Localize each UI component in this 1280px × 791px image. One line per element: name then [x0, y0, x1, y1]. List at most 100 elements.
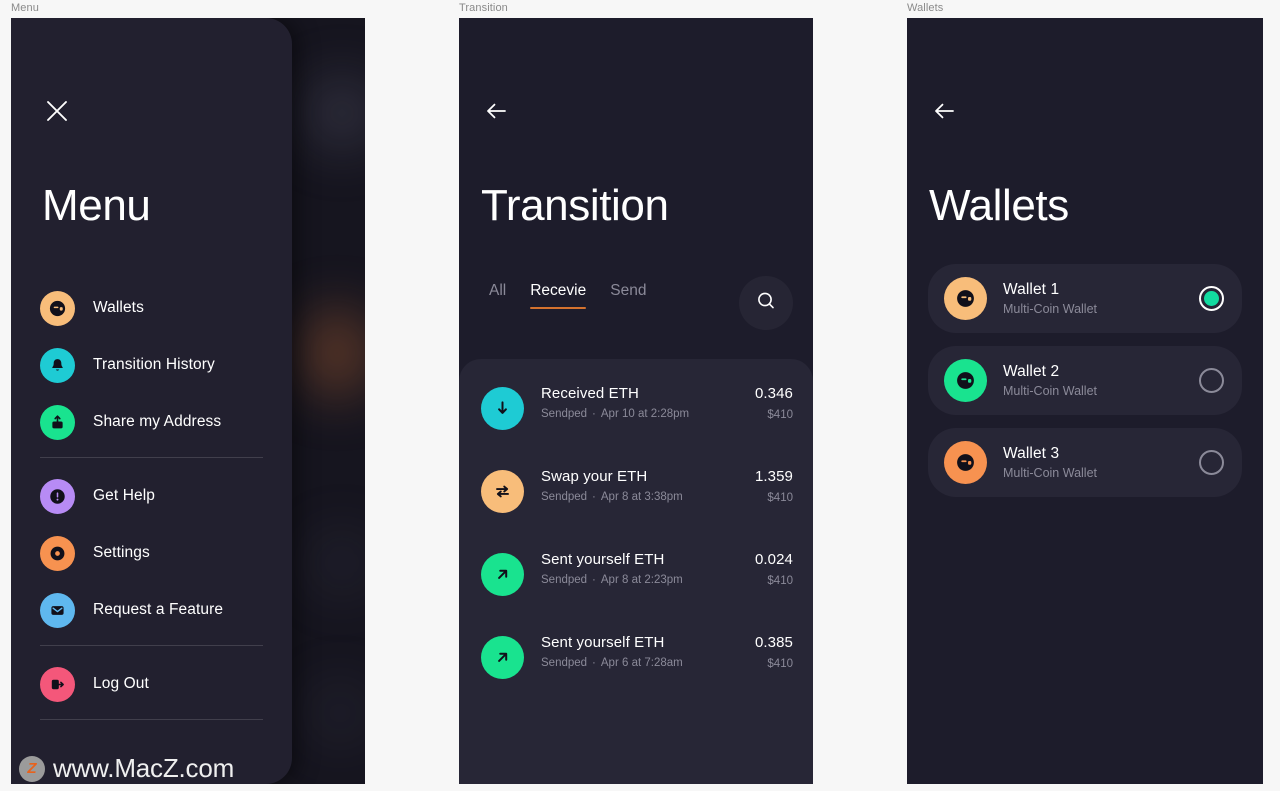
wallet-radio[interactable] — [1199, 368, 1224, 393]
share-upload-icon — [40, 404, 75, 440]
menu-list: Wallets Transition History Share my Addr… — [11, 286, 292, 736]
sidebar-item-label: Get Help — [93, 487, 155, 504]
separator-dot: · — [592, 657, 596, 669]
backdrop-glow — [301, 308, 365, 398]
screenshot-canvas: Menu Transition Wallets Menu Wallets Tra… — [0, 0, 1280, 791]
backdrop-glow — [307, 528, 365, 598]
sidebar-item-label: Request a Feature — [93, 601, 224, 618]
wallet-name: Wallet 2 — [1003, 363, 1060, 380]
search-button[interactable] — [739, 276, 793, 330]
wallet-radio-selected[interactable] — [1199, 286, 1224, 311]
page-title: Transition — [481, 181, 669, 230]
transaction-list: Received ETH Sendped · Apr 10 at 2:28pm 0.… — [459, 359, 813, 784]
transaction-date: Apr 8 at 2:23pm — [600, 574, 683, 586]
wallet-icon — [40, 290, 75, 326]
transaction-amount: 0.024 — [754, 551, 793, 568]
transaction-status: Sendped — [541, 408, 588, 420]
transaction-status: Sendped — [541, 491, 588, 503]
wallet-icon — [944, 277, 987, 320]
transaction-amount: 1.359 — [754, 468, 793, 485]
table-row[interactable]: Swap your ETH Sendped · Apr 8 at 3:38pm 1.… — [459, 458, 813, 541]
transaction-title: Swap your ETH — [541, 468, 648, 485]
sidebar-item-transition-history[interactable]: Transition History — [11, 343, 292, 387]
arrow-left-icon[interactable] — [481, 96, 511, 126]
sidebar-item-label: Transition History — [93, 356, 215, 373]
macz-logo-icon: Z — [19, 755, 45, 782]
transaction-meta: Sendped · Apr 6 at 7:28am — [541, 657, 747, 669]
watermark-text: www.MacZ.com — [53, 753, 235, 783]
gear-dot-icon — [40, 535, 75, 571]
transaction-status: Sendped — [541, 574, 588, 586]
wallet-list: Wallet 1 Multi-Coin Wallet Wallet 2 Mult… — [928, 264, 1242, 510]
tab-recevie[interactable]: Recevie — [518, 282, 598, 309]
sidebar-item-settings[interactable]: Settings — [11, 531, 292, 575]
wallet-icon — [944, 359, 987, 402]
sidebar-item-get-help[interactable]: Get Help — [11, 474, 292, 518]
frame-label-transition: Transition — [459, 2, 508, 14]
swap-icon — [481, 470, 524, 513]
sidebar-item-log-out[interactable]: Log Out — [11, 662, 292, 706]
transaction-title: Sent yourself ETH — [541, 551, 665, 568]
tab-all[interactable]: All — [477, 282, 518, 309]
frame-label-menu: Menu — [11, 2, 39, 14]
transaction-fiat: $410 — [767, 658, 793, 670]
arrow-down-icon — [481, 387, 524, 430]
search-icon — [754, 289, 778, 318]
frame-label-wallets: Wallets — [907, 2, 944, 14]
menu-divider — [40, 645, 263, 646]
arrow-upright-icon — [481, 636, 524, 679]
transaction-date: Apr 6 at 7:28am — [600, 657, 683, 669]
wallet-type: Multi-Coin Wallet — [1003, 466, 1098, 480]
sidebar-item-label: Wallets — [93, 299, 144, 316]
menu-drawer: Menu Wallets Transition History Share my… — [11, 18, 292, 784]
tab-send[interactable]: Send — [598, 282, 658, 309]
transaction-status: Sendped — [541, 657, 588, 669]
radio-fill — [1204, 291, 1219, 306]
sidebar-item-share-my-address[interactable]: Share my Address — [11, 400, 292, 444]
table-row[interactable]: Sent yourself ETH Sendped · Apr 6 at 7:28a… — [459, 624, 813, 707]
wallet-icon — [944, 441, 987, 484]
close-icon[interactable] — [44, 98, 70, 124]
menu-screen: Menu Wallets Transition History Share my… — [11, 18, 365, 784]
list-item[interactable]: Wallet 1 Multi-Coin Wallet — [928, 264, 1242, 333]
sidebar-item-request-a-feature[interactable]: Request a Feature — [11, 588, 292, 632]
wallets-screen: Wallets Wallet 1 Multi-Coin Wallet Walle… — [907, 18, 1263, 784]
arrow-left-icon[interactable] — [929, 96, 959, 126]
transaction-filter-tabs: All Recevie Send — [477, 282, 658, 309]
wallet-radio[interactable] — [1199, 450, 1224, 475]
table-row[interactable]: Sent yourself ETH Sendped · Apr 8 at 2:23p… — [459, 541, 813, 624]
sidebar-item-wallets[interactable]: Wallets — [11, 286, 292, 330]
backdrop-glow — [305, 678, 365, 748]
menu-divider — [40, 719, 263, 720]
menu-divider — [40, 457, 263, 458]
transition-screen: Transition All Recevie Send Received ETH… — [459, 18, 813, 784]
envelope-icon — [40, 592, 75, 628]
transaction-title: Sent yourself ETH — [541, 634, 665, 651]
transaction-meta: Sendped · Apr 8 at 2:23pm — [541, 574, 747, 586]
transaction-date: Apr 8 at 3:38pm — [600, 491, 683, 503]
separator-dot: · — [592, 491, 596, 503]
exclamation-icon — [40, 478, 75, 514]
sidebar-item-label: Share my Address — [93, 413, 222, 430]
bell-icon — [40, 347, 75, 383]
transaction-amount: 0.385 — [754, 634, 793, 651]
separator-dot: · — [592, 408, 596, 420]
wallet-name: Wallet 3 — [1003, 445, 1060, 462]
logout-icon — [40, 666, 75, 702]
transaction-title: Received ETH — [541, 385, 639, 402]
backdrop-glow — [303, 74, 365, 152]
transaction-date: Apr 10 at 2:28pm — [600, 408, 690, 420]
wallet-name: Wallet 1 — [1003, 281, 1060, 298]
list-item[interactable]: Wallet 2 Multi-Coin Wallet — [928, 346, 1242, 415]
list-item[interactable]: Wallet 3 Multi-Coin Wallet — [928, 428, 1242, 497]
page-title: Menu — [42, 181, 151, 230]
watermark: Z www.MacZ.com — [19, 753, 234, 784]
transaction-meta: Sendped · Apr 8 at 3:38pm — [541, 491, 747, 503]
sidebar-item-label: Settings — [93, 544, 150, 561]
transaction-meta: Sendped · Apr 10 at 2:28pm — [541, 408, 747, 420]
wallet-type: Multi-Coin Wallet — [1003, 384, 1098, 398]
transaction-fiat: $410 — [767, 575, 793, 587]
page-title: Wallets — [929, 181, 1069, 230]
sidebar-item-label: Log Out — [93, 675, 149, 692]
table-row[interactable]: Received ETH Sendped · Apr 10 at 2:28pm 0.… — [459, 375, 813, 458]
